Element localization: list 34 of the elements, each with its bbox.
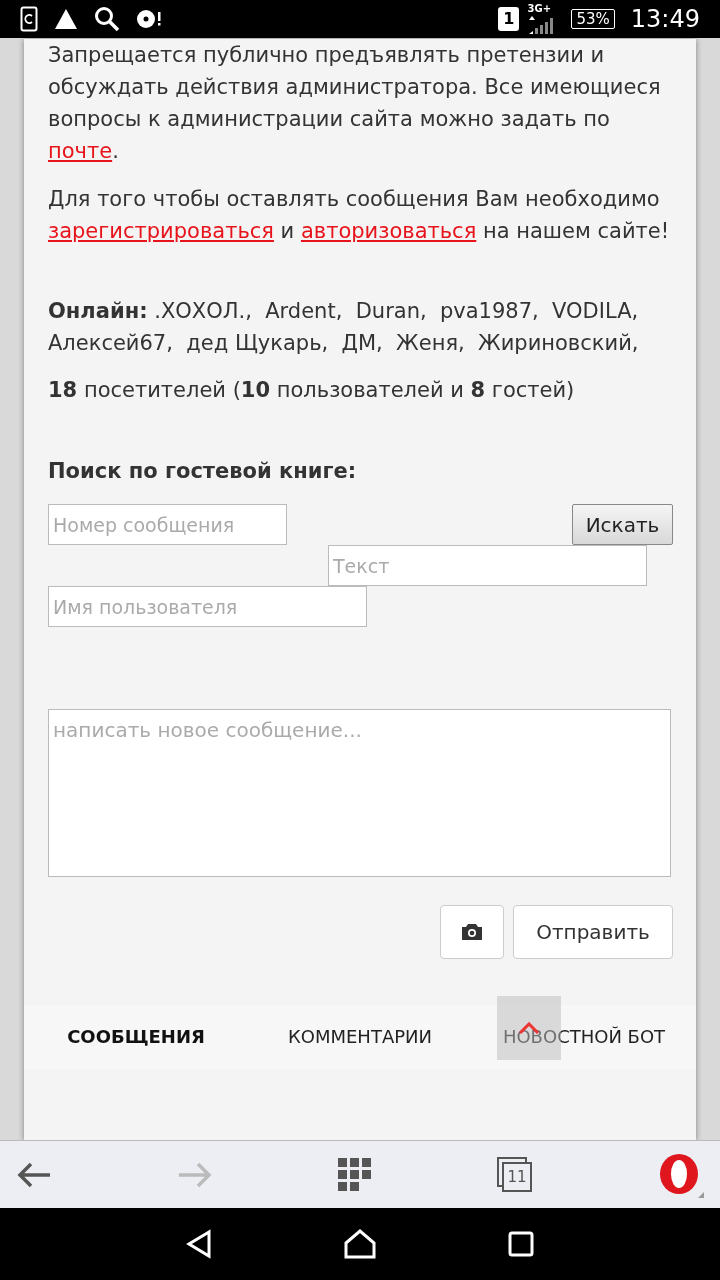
- recents-icon[interactable]: [508, 1231, 534, 1257]
- text-link[interactable]: почте: [48, 139, 113, 163]
- clock: 13:49: [630, 4, 700, 35]
- username-field[interactable]: Имя пользователя: [48, 586, 367, 627]
- text-field[interactable]: Текст: [328, 545, 647, 586]
- rules-paragraph: Запрещается публично предъявлять претензии и обсуждать действия администратора. Все имеющиеся вопросы к администрации сайта можно задать по почте.: [48, 42, 662, 165]
- text-link[interactable]: авторизоваться: [300, 219, 477, 243]
- camera-icon: [461, 923, 483, 941]
- sync-icon: [20, 6, 38, 32]
- camera-button[interactable]: [440, 905, 504, 959]
- search-button[interactable]: Искать: [572, 504, 673, 545]
- rules-paragraph: Для того чтобы оставлять сообщения Вам необходимо зарегистрироваться и авторизоваться на нашем сайте!: [48, 186, 671, 245]
- network-type: 3G+: [527, 4, 552, 14]
- back-icon[interactable]: [16, 1160, 52, 1189]
- tab[interactable]: СООБЩЕНИЯ: [24, 1005, 248, 1069]
- text-link[interactable]: зарегистрироваться: [48, 219, 274, 243]
- signal-icon: [527, 14, 556, 34]
- battery-indicator: 53%: [571, 9, 615, 29]
- message-field[interactable]: написать новое сообщение...: [48, 709, 671, 877]
- search-title: Поиск по гостевой книге:: [48, 458, 358, 485]
- back-nav-icon[interactable]: [186, 1229, 212, 1259]
- send-button[interactable]: Отправить: [513, 905, 673, 959]
- online-users-text: Онлайн: .ХОХОЛ., Ardent, Duran, pva1987, VODILA, Алексей67, дед Щукарь, ДМ, Женя, Жириновский,: [48, 298, 640, 357]
- search-icon: [94, 6, 120, 32]
- warning-icon: [54, 8, 78, 30]
- message-number-field[interactable]: Номер сообщения: [48, 504, 287, 545]
- tab[interactable]: КОММЕНТАРИИ: [248, 1005, 472, 1069]
- opera-logo-icon[interactable]: [658, 1151, 704, 1198]
- tab[interactable]: НОВОСТНОЙ БОТ: [472, 1005, 696, 1069]
- home-icon[interactable]: [344, 1229, 376, 1259]
- disc-alert-icon: [136, 8, 162, 30]
- grid-icon[interactable]: [338, 1157, 372, 1192]
- sim-indicator: 1: [498, 7, 520, 31]
- visitors-count: 18 посетителей (10 пользователей и 8 гостей): [48, 377, 576, 404]
